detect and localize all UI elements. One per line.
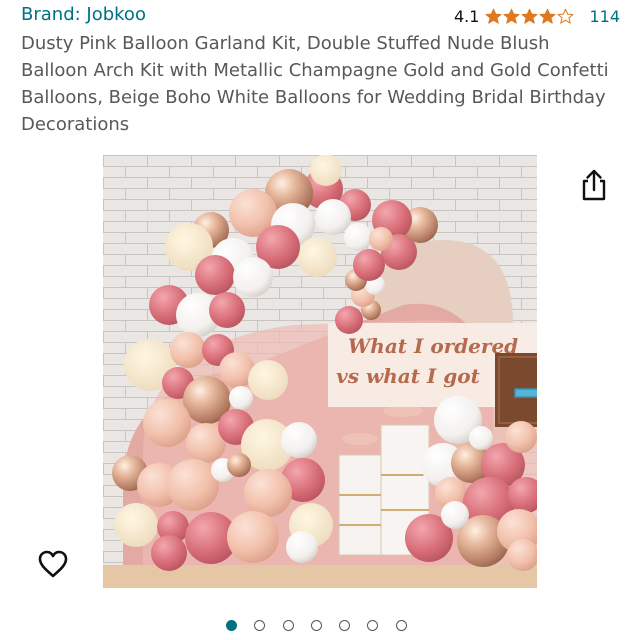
carousel-dot[interactable] (282, 620, 294, 631)
star-icon (557, 8, 574, 24)
star-icon (503, 8, 520, 24)
carousel-dot[interactable] (367, 620, 379, 631)
carousel-dot[interactable] (310, 620, 322, 631)
image-caption-line2: vs what I got (336, 364, 480, 388)
image-carousel-dots[interactable] (226, 620, 424, 631)
star-rating (485, 8, 575, 25)
add-to-list-button[interactable] (37, 548, 69, 580)
image-caption-line1: What I ordered (348, 334, 518, 358)
brand-link[interactable]: Brand: Jobkoo (21, 4, 146, 25)
heart-icon (38, 550, 68, 578)
star-icon (521, 8, 538, 24)
arrow-doormat (495, 353, 537, 427)
product-title: Dusty Pink Balloon Garland Kit, Double S… (21, 33, 609, 135)
carousel-dot[interactable] (254, 620, 266, 631)
review-count[interactable]: 114 (589, 7, 620, 26)
carousel-dot[interactable] (339, 620, 351, 631)
carousel-dot[interactable] (226, 620, 237, 631)
rating-value: 4.1 (454, 6, 480, 26)
rating-summary[interactable]: 4.1 114 (454, 5, 620, 27)
product-photo: What I ordered vs what I got (103, 155, 537, 588)
product-image[interactable]: What I ordered vs what I got (103, 155, 537, 588)
share-icon (582, 169, 606, 201)
carousel-dot[interactable] (395, 620, 407, 631)
star-icon (539, 8, 556, 24)
share-button[interactable] (579, 168, 609, 202)
star-icon (485, 8, 502, 24)
product-header: Brand: Jobkoo 4.1 114 (0, 0, 640, 30)
